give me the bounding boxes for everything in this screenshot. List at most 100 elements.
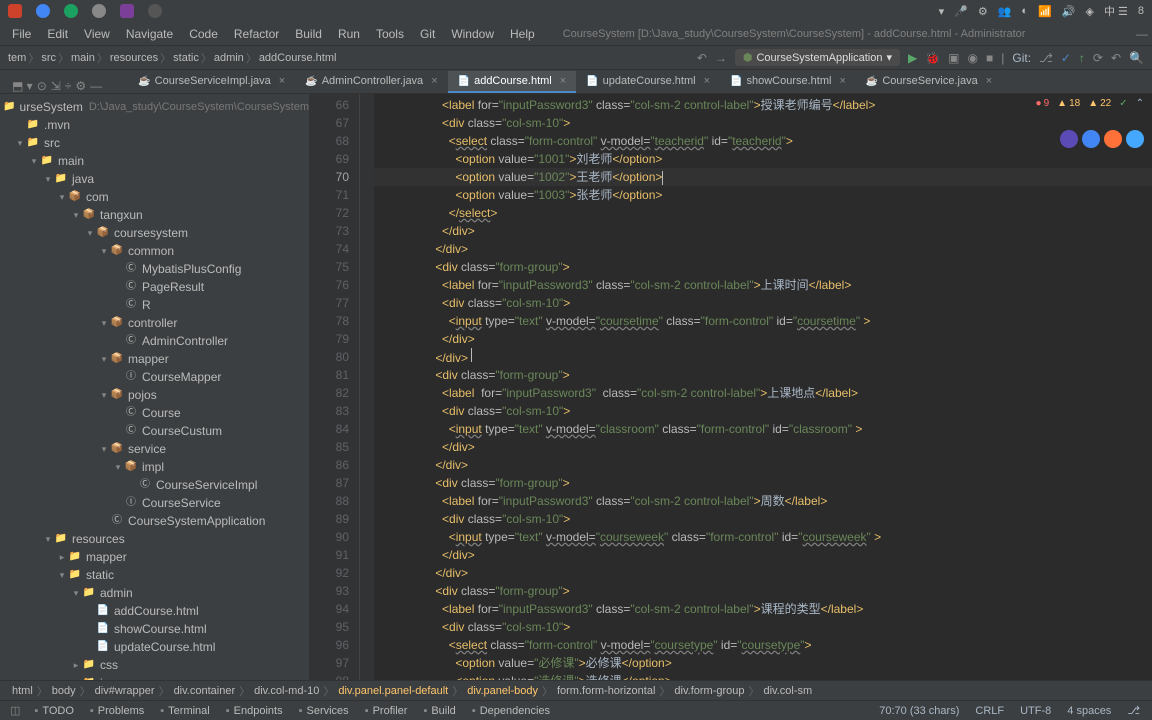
code-line[interactable]: <input type="text" v-model="classroom" c… [374, 420, 1152, 438]
tree-node[interactable]: ▾📦pojos [0, 386, 309, 404]
tray-icon[interactable]: ◈ [1085, 5, 1093, 18]
line-number[interactable]: 75 [310, 258, 349, 276]
git-update-icon[interactable]: ✓ [1061, 51, 1071, 65]
tree-node[interactable]: ▾📦common [0, 242, 309, 260]
line-number[interactable]: 88 [310, 492, 349, 510]
tree-node[interactable]: ▾📦com [0, 188, 309, 206]
line-number[interactable]: 84 [310, 420, 349, 438]
code-line[interactable]: <div class="col-sm-10"> [374, 114, 1152, 132]
tree-arrow-icon[interactable]: ▾ [70, 207, 82, 223]
menu-view[interactable]: View [76, 25, 118, 43]
tray-icon[interactable]: 8 [1138, 5, 1144, 17]
select-opened-icon[interactable]: ⊙ [37, 79, 47, 93]
code-line[interactable]: <option value="1001">刘老师</option> [374, 150, 1152, 168]
close-icon[interactable]: × [560, 75, 566, 87]
tool-tab-build[interactable]: ▪Build [415, 703, 463, 719]
run-button[interactable]: ▶ [908, 51, 917, 65]
code-line[interactable]: <select class="form-control" v-model="co… [374, 636, 1152, 654]
coverage-button[interactable]: ▣ [948, 51, 959, 65]
menu-file[interactable]: File [4, 25, 39, 43]
structure-breadcrumb-item[interactable]: div#wrapper [91, 685, 159, 697]
tree-arrow-icon[interactable]: ▾ [112, 459, 124, 475]
tray-icon[interactable]: 🔊 [1062, 5, 1076, 18]
fold-column[interactable] [360, 94, 374, 680]
tree-node[interactable]: ▸📁mapper [0, 548, 309, 566]
inspection-up-icon[interactable]: ⌃ [1136, 98, 1144, 109]
expand-icon[interactable]: ⇲ [51, 79, 61, 93]
tree-arrow-icon[interactable]: ▾ [56, 567, 68, 583]
browser-edge-icon[interactable] [1060, 130, 1078, 148]
code-line[interactable]: </div> [374, 222, 1152, 240]
tree-node[interactable]: ⒸAdminController [0, 332, 309, 350]
code-line[interactable]: <div class="col-sm-10"> [374, 402, 1152, 420]
code-line[interactable]: </div> [374, 546, 1152, 564]
code-line[interactable]: </div> [374, 240, 1152, 258]
project-tree[interactable]: 📁urseSystemD:\Java_study\CourseSystem\Co… [0, 94, 310, 680]
tool-tab-services[interactable]: ▪Services [291, 703, 357, 719]
tree-node[interactable]: ▸📁css [0, 656, 309, 674]
menu-help[interactable]: Help [502, 25, 543, 43]
close-icon[interactable]: × [279, 75, 285, 87]
tree-node[interactable]: ⒸCourseSystemApplication [0, 512, 309, 530]
line-separator[interactable]: CRLF [967, 704, 1012, 717]
tray-icon[interactable]: ⚙ [978, 5, 988, 18]
tree-arrow-icon[interactable]: ▾ [84, 225, 96, 241]
line-number[interactable]: 76 [310, 276, 349, 294]
tree-arrow-icon[interactable]: ▾ [98, 351, 110, 367]
project-dropdown-icon[interactable]: ⬒ ▾ [12, 79, 33, 93]
tree-arrow-icon[interactable]: ▾ [98, 441, 110, 457]
menu-code[interactable]: Code [181, 25, 226, 43]
close-icon[interactable]: × [986, 75, 992, 87]
code-line[interactable]: <label for="inputPassword3" class="col-s… [374, 492, 1152, 510]
git-branch-status[interactable]: ⎇ [1119, 704, 1148, 717]
menu-edit[interactable]: Edit [39, 25, 76, 43]
close-icon[interactable]: × [839, 75, 845, 87]
tree-arrow-icon[interactable]: ▾ [98, 387, 110, 403]
line-number[interactable]: 74 [310, 240, 349, 258]
code-area[interactable]: <label for="inputPassword3" class="col-s… [374, 94, 1152, 680]
tree-node[interactable]: ▾📦tangxun [0, 206, 309, 224]
tree-node[interactable]: 📄updateCourse.html [0, 638, 309, 656]
tree-node[interactable]: ▾📦mapper [0, 350, 309, 368]
line-number[interactable]: 82 [310, 384, 349, 402]
tray-icon[interactable]: 👥 [998, 5, 1012, 18]
browser-default-icon[interactable] [1126, 130, 1144, 148]
git-branch-icon[interactable]: ⎇ [1039, 51, 1053, 65]
breadcrumb-item[interactable]: addCourse.html [259, 52, 337, 64]
line-number[interactable]: 81 [310, 366, 349, 384]
tree-arrow-icon[interactable]: ▸ [70, 675, 82, 680]
code-line[interactable]: <div class="col-sm-10"> [374, 510, 1152, 528]
tray-icon[interactable]: ▾ [939, 5, 945, 18]
tree-node[interactable]: ▾📁src [0, 134, 309, 152]
tree-node[interactable]: ⒸPageResult [0, 278, 309, 296]
breadcrumb-item[interactable]: main [71, 52, 95, 64]
breadcrumb-item[interactable]: resources [110, 52, 158, 64]
code-line[interactable]: <div class="form-group"> [374, 366, 1152, 384]
tree-arrow-icon[interactable]: ▾ [98, 315, 110, 331]
app-icon[interactable] [8, 4, 22, 18]
tree-arrow-icon[interactable]: ▾ [42, 531, 54, 547]
tree-node[interactable]: ▾📁static [0, 566, 309, 584]
line-number[interactable]: 87 [310, 474, 349, 492]
code-line[interactable]: <div class="form-group"> [374, 474, 1152, 492]
error-badge[interactable]: ● 9 [1036, 98, 1050, 109]
tree-arrow-icon[interactable]: ▾ [70, 585, 82, 601]
tray-text[interactable]: 中 ☰ [1104, 3, 1128, 19]
editor-tab[interactable]: ☕AdminController.java× [295, 71, 447, 93]
menu-navigate[interactable]: Navigate [118, 25, 181, 43]
line-number[interactable]: 92 [310, 564, 349, 582]
tree-node[interactable]: ▾📁java [0, 170, 309, 188]
menu-window[interactable]: Window [443, 25, 502, 43]
tree-node[interactable]: ▾📁resources [0, 530, 309, 548]
close-icon[interactable]: × [704, 75, 710, 87]
line-number[interactable]: 89 [310, 510, 349, 528]
code-line[interactable]: <div class="col-sm-10"> [374, 294, 1152, 312]
code-line[interactable]: <option value="选修课">选修课</option> [374, 672, 1152, 680]
line-number[interactable]: 71 [310, 186, 349, 204]
menu-run[interactable]: Run [330, 25, 368, 43]
editor-tab[interactable]: ☕CourseServiceImpl.java× [128, 71, 295, 93]
tree-node[interactable]: ⒸCourse [0, 404, 309, 422]
structure-breadcrumb-item[interactable]: div.col-sm [760, 685, 817, 697]
code-line[interactable]: <div class="col-sm-10"> [374, 618, 1152, 636]
editor-tab[interactable]: 📄showCourse.html× [720, 71, 856, 93]
